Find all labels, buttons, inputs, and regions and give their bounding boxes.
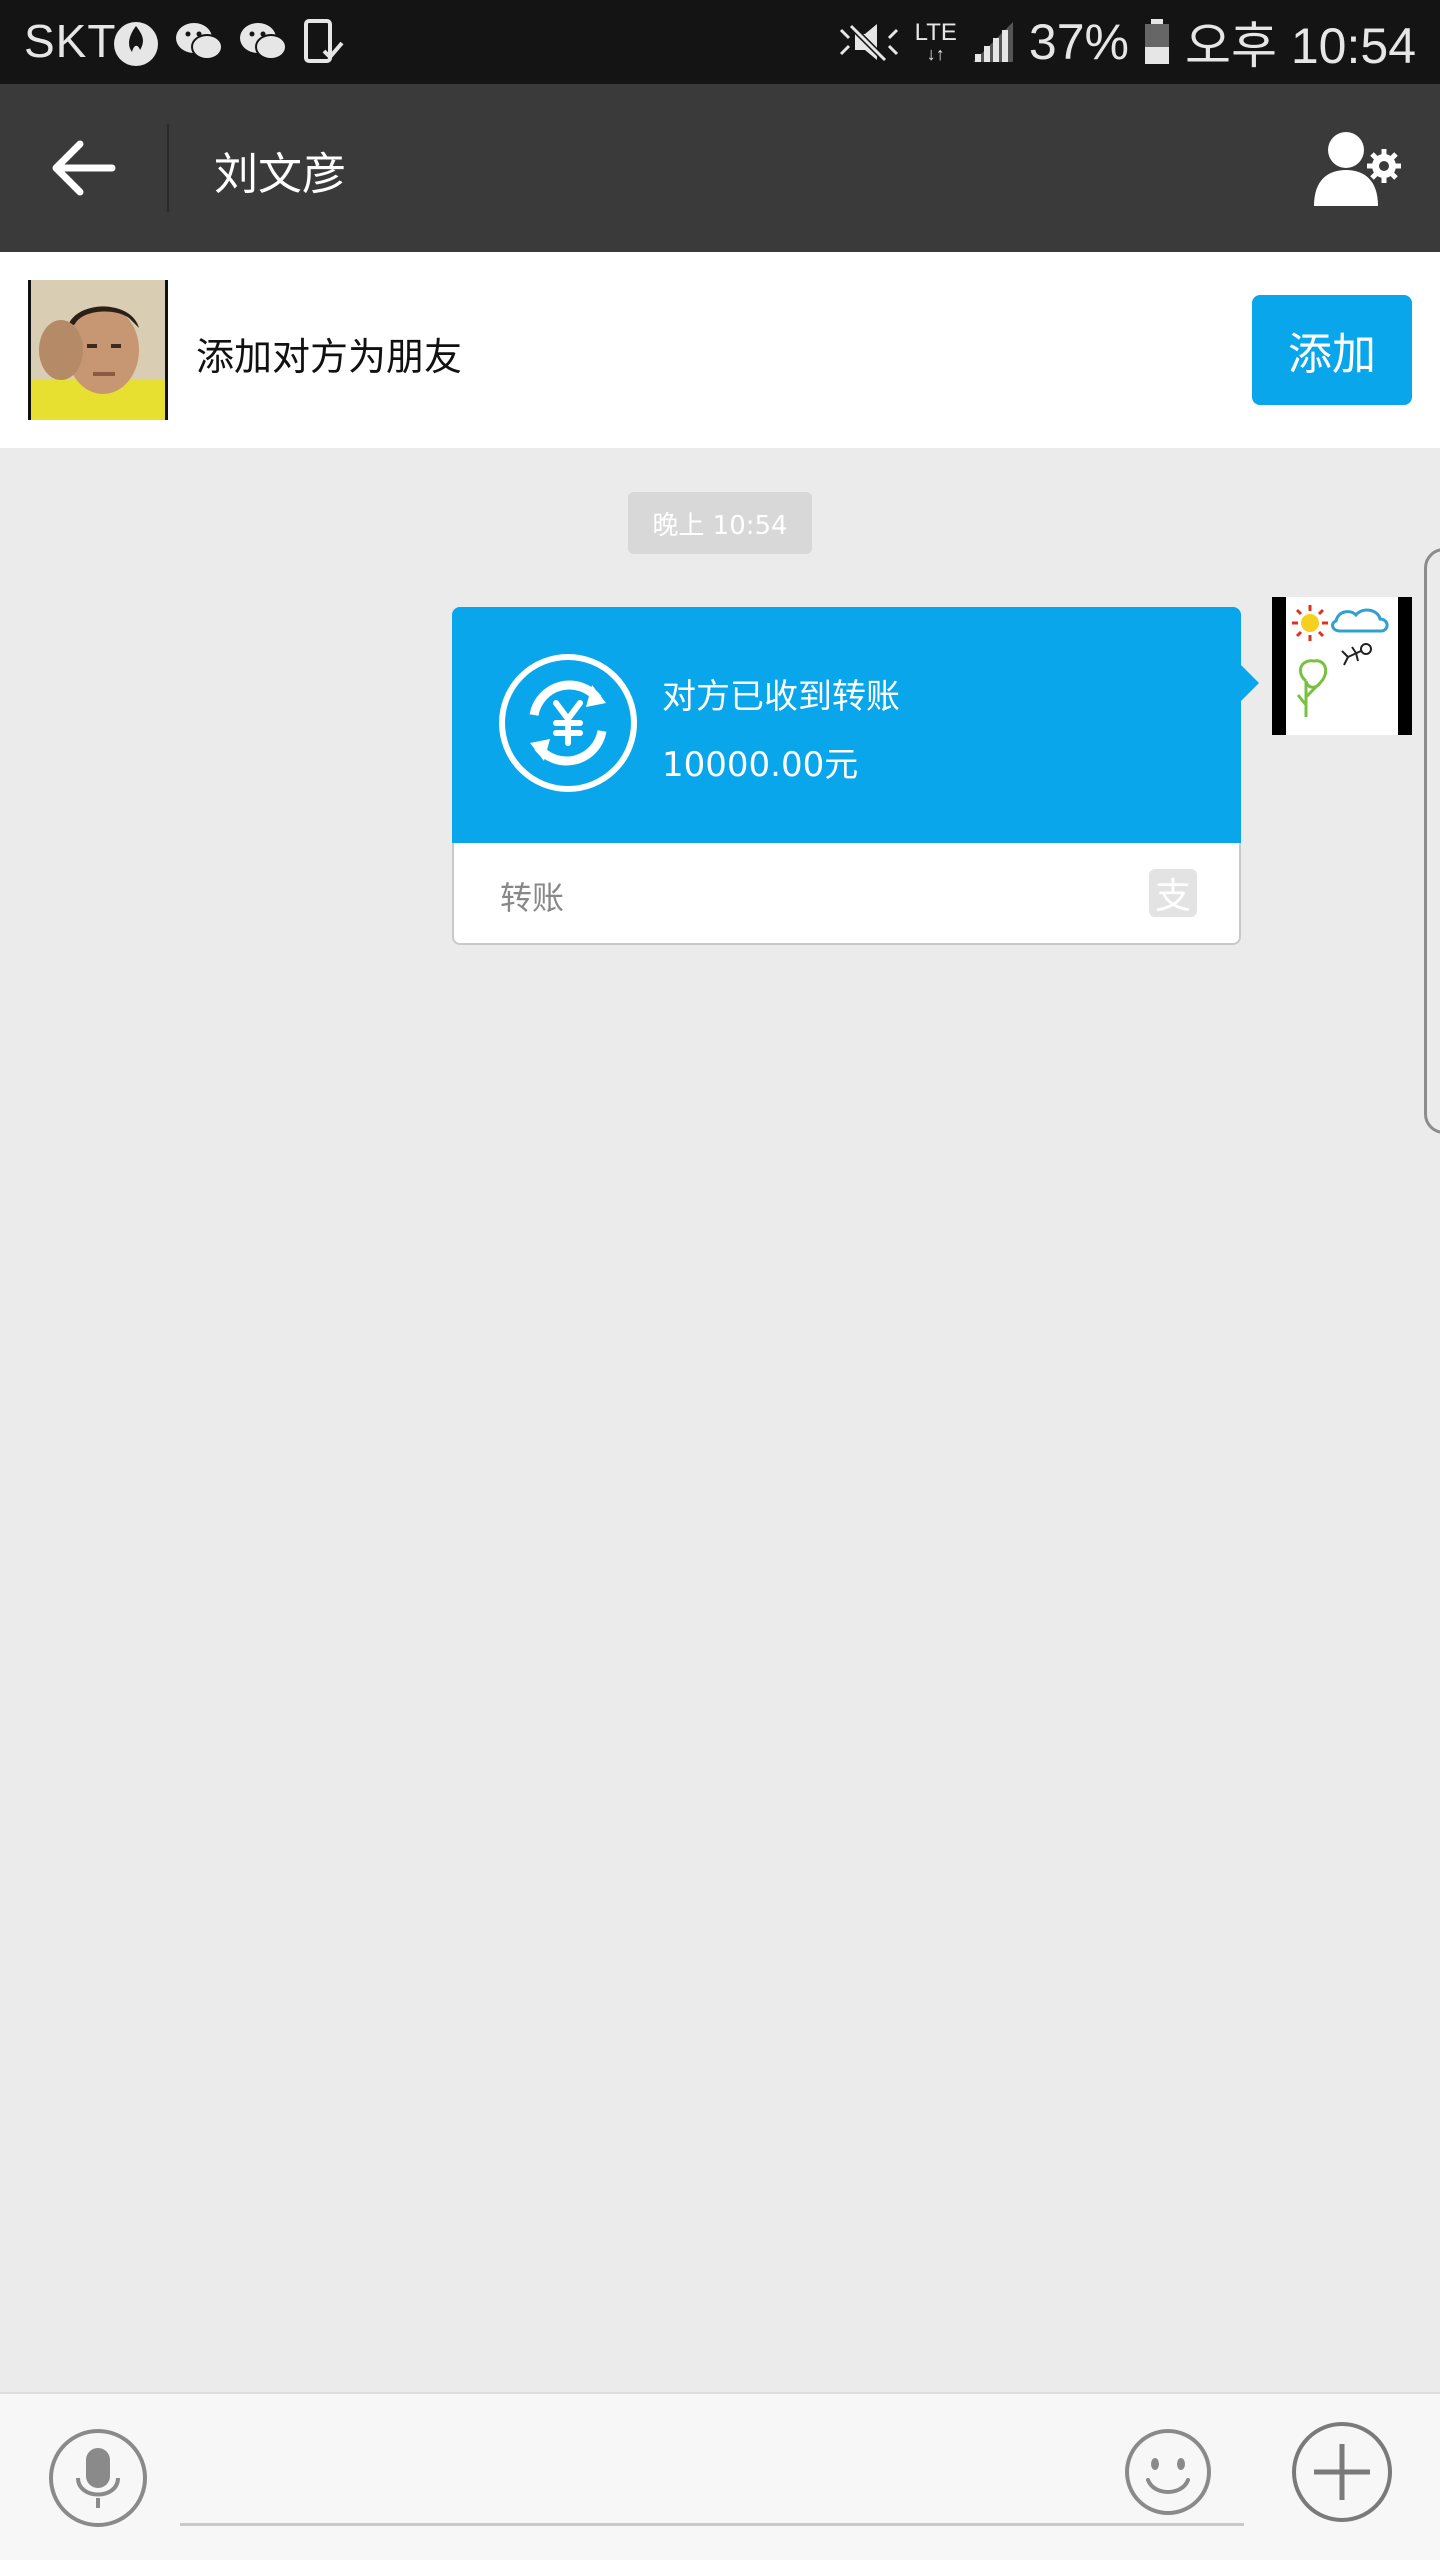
add-friend-text: 添加对方为朋友	[196, 335, 463, 379]
signal-icon	[972, 22, 1013, 62]
carrier-label: SKT	[24, 15, 117, 67]
microphone-icon[interactable]	[48, 2428, 148, 2528]
transfer-label: 转账	[500, 879, 565, 917]
data-arrows-icon: ↓↑	[926, 44, 945, 64]
wechat-icon	[240, 23, 287, 60]
transfer-message[interactable]: 对方已收到转账 10000.00元 转账 支	[452, 607, 1259, 945]
lte-label: LTE	[914, 19, 957, 46]
battery-percent: 37%	[1028, 14, 1129, 70]
wechat-icon	[176, 23, 223, 60]
add-friend-bar: 添加对方为朋友 添加	[0, 252, 1440, 448]
phone-check-icon	[304, 19, 344, 63]
transfer-status: 对方已收到转账	[662, 677, 900, 717]
notification-icons	[112, 14, 344, 70]
input-bar	[0, 2392, 1440, 2560]
clock: 오후 10:54	[1184, 18, 1416, 74]
mute-icon	[839, 23, 898, 63]
transfer-footer: 转账 支	[454, 843, 1239, 943]
bubble-tail	[1239, 663, 1259, 703]
my-avatar[interactable]	[1272, 597, 1412, 735]
flame-icon	[114, 22, 158, 66]
emoji-icon[interactable]	[1124, 2428, 1212, 2516]
lte-indicator: LTE ↓↑	[914, 19, 957, 64]
system-icons: LTE ↓↑ 37% 오후 10:54	[837, 10, 1416, 74]
transfer-header: 对方已收到转账 10000.00元	[452, 607, 1241, 843]
battery-icon	[1144, 19, 1169, 64]
add-friend-button[interactable]: 添加	[1252, 295, 1412, 405]
friend-avatar[interactable]	[28, 280, 168, 420]
title-divider	[167, 124, 169, 212]
transfer-received-icon	[499, 654, 637, 792]
edge-panel-handle[interactable]	[1424, 548, 1440, 1134]
alipay-icon: 支	[1149, 869, 1197, 917]
message-input[interactable]	[180, 2430, 1244, 2526]
page-title: 刘文彦	[214, 149, 346, 200]
status-bar: SKT LTE ↓↑ 37% 오후 10:54	[0, 0, 1440, 84]
message-timestamp: 晚上 10:54	[628, 492, 812, 554]
contact-settings-icon[interactable]	[1312, 128, 1404, 208]
title-bar: 刘文彦	[0, 84, 1440, 252]
back-arrow-icon[interactable]	[46, 132, 118, 204]
transfer-amount: 10000.00元	[662, 745, 859, 785]
plus-icon[interactable]	[1290, 2420, 1394, 2524]
